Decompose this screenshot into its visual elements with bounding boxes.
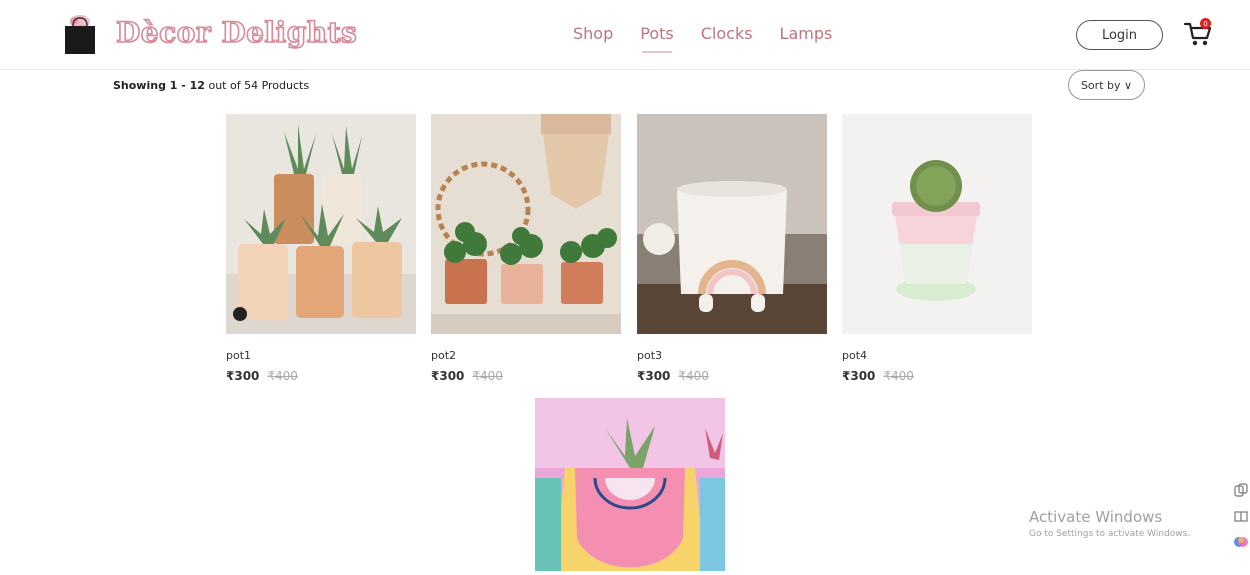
product-card[interactable]: pot1 ₹300 ₹400 (226, 114, 416, 383)
nav-pots[interactable]: Pots (640, 24, 674, 53)
copilot-icon[interactable] (1233, 534, 1249, 550)
site-header: Dècor Delights Shop Pots Clocks Lamps Lo… (0, 0, 1250, 70)
product-card[interactable]: pot4 ₹300 ₹400 (842, 114, 1032, 383)
product-card[interactable] (535, 398, 725, 575)
price-row: ₹300 ₹400 (226, 369, 416, 383)
price-current: ₹300 (637, 369, 671, 383)
watermark-subtitle: Go to Settings to activate Windows. (1029, 529, 1191, 539)
brand-name[interactable]: Dècor Delights (115, 15, 357, 50)
main-nav: Shop Pots Clocks Lamps (573, 24, 833, 53)
sort-by-button[interactable]: Sort by ∨ (1068, 70, 1145, 100)
price-current: ₹300 (842, 369, 876, 383)
price-row: ₹300 ₹400 (842, 369, 1032, 383)
price-original: ₹400 (472, 369, 503, 383)
copy-icon[interactable] (1233, 482, 1249, 498)
price-original: ₹400 (678, 369, 709, 383)
nav-clocks[interactable]: Clocks (701, 24, 753, 43)
product-image-pot1[interactable] (226, 114, 416, 334)
price-original: ₹400 (267, 369, 298, 383)
watermark-title: Activate Windows (1029, 508, 1163, 526)
product-name[interactable]: pot3 (637, 349, 827, 362)
product-name[interactable]: pot1 (226, 349, 416, 362)
product-name[interactable]: pot4 (842, 349, 1032, 362)
price-row: ₹300 ₹400 (637, 369, 827, 383)
reader-icon[interactable] (1233, 508, 1249, 524)
price-current: ₹300 (226, 369, 260, 383)
product-image-pot5[interactable] (535, 398, 725, 571)
product-card[interactable]: pot2 ₹300 ₹400 (431, 114, 621, 383)
product-name[interactable]: pot2 (431, 349, 621, 362)
shopping-bag-logo-icon[interactable] (62, 14, 98, 54)
price-original: ₹400 (883, 369, 914, 383)
price-current: ₹300 (431, 369, 465, 383)
cart-count-badge: 0 (1200, 18, 1211, 29)
product-image-pot2[interactable] (431, 114, 621, 334)
activate-windows-watermark: Activate Windows Go to Settings to activ… (1029, 508, 1190, 539)
nav-shop[interactable]: Shop (573, 24, 613, 43)
nav-lamps[interactable]: Lamps (780, 24, 833, 43)
results-count: Showing 1 - 12 out of 54 Products (113, 79, 309, 92)
product-image-pot3[interactable] (637, 114, 827, 334)
price-row: ₹300 ₹400 (431, 369, 621, 383)
results-range: Showing 1 - 12 (113, 79, 205, 92)
results-total: out of 54 Products (204, 79, 310, 92)
product-image-pot4[interactable] (842, 114, 1032, 334)
product-card[interactable]: pot3 ₹300 ₹400 (637, 114, 827, 383)
side-toolbar (1233, 482, 1249, 550)
login-button[interactable]: Login (1076, 20, 1163, 50)
